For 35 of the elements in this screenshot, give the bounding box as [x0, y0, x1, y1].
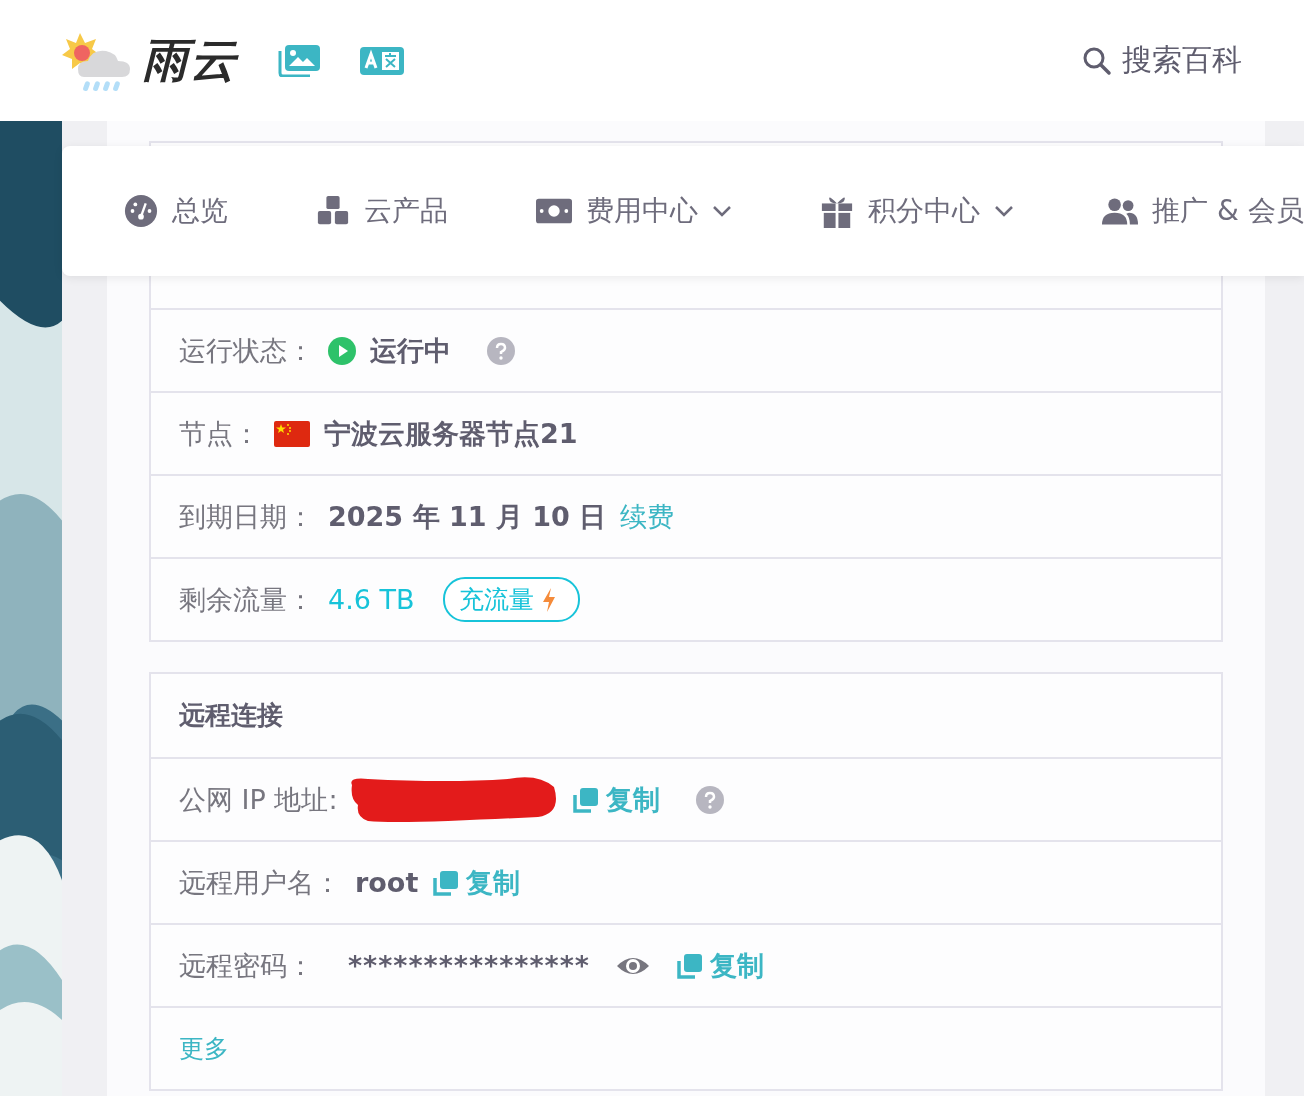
users-icon	[1102, 197, 1138, 225]
gauge-icon	[124, 194, 158, 228]
username-value: root	[355, 867, 419, 898]
nav-item[interactable]: 费用中心	[536, 192, 732, 230]
logo-text: 雨云	[142, 31, 238, 89]
nav-item[interactable]: 积分中心	[820, 192, 1014, 230]
banknote-icon	[536, 198, 572, 224]
field-label: 到期日期：	[179, 499, 314, 534]
nav-item[interactable]: 云产品	[316, 192, 448, 230]
copy-icon	[432, 868, 461, 897]
copy-icon	[675, 951, 704, 980]
lightning-icon	[541, 587, 556, 612]
field-label: 运行状态：	[179, 333, 314, 368]
nav-item[interactable]: 总览	[124, 192, 228, 230]
help-icon[interactable]	[695, 785, 724, 814]
field-label: 节点：	[179, 416, 260, 451]
play-status-icon	[328, 336, 356, 365]
password-value: ****************	[348, 950, 590, 981]
copy-icon	[571, 785, 600, 814]
search-link[interactable]: 搜索百科	[1082, 40, 1242, 81]
image-gallery-icon[interactable]	[278, 44, 320, 77]
translate-icon[interactable]	[360, 46, 404, 75]
date-value: 2025 年 11 月 10 日	[328, 499, 607, 534]
section-title: 远程连接	[179, 699, 283, 732]
search-icon	[1082, 45, 1112, 76]
nav-item[interactable]: 推广 & 会员	[1102, 192, 1304, 230]
field-label: 公网 IP 地址:	[179, 782, 338, 817]
field-label: 远程密码：	[179, 948, 314, 983]
field-label: 远程用户名：	[179, 865, 341, 900]
flag-icon	[274, 420, 310, 447]
node-value: 宁波云服务器节点21	[324, 416, 578, 451]
status-value: 运行中	[370, 333, 451, 368]
traffic-value: 4.6 TB	[328, 584, 415, 615]
field-label: 剩余流量：	[179, 582, 314, 617]
help-icon[interactable]	[487, 336, 515, 365]
